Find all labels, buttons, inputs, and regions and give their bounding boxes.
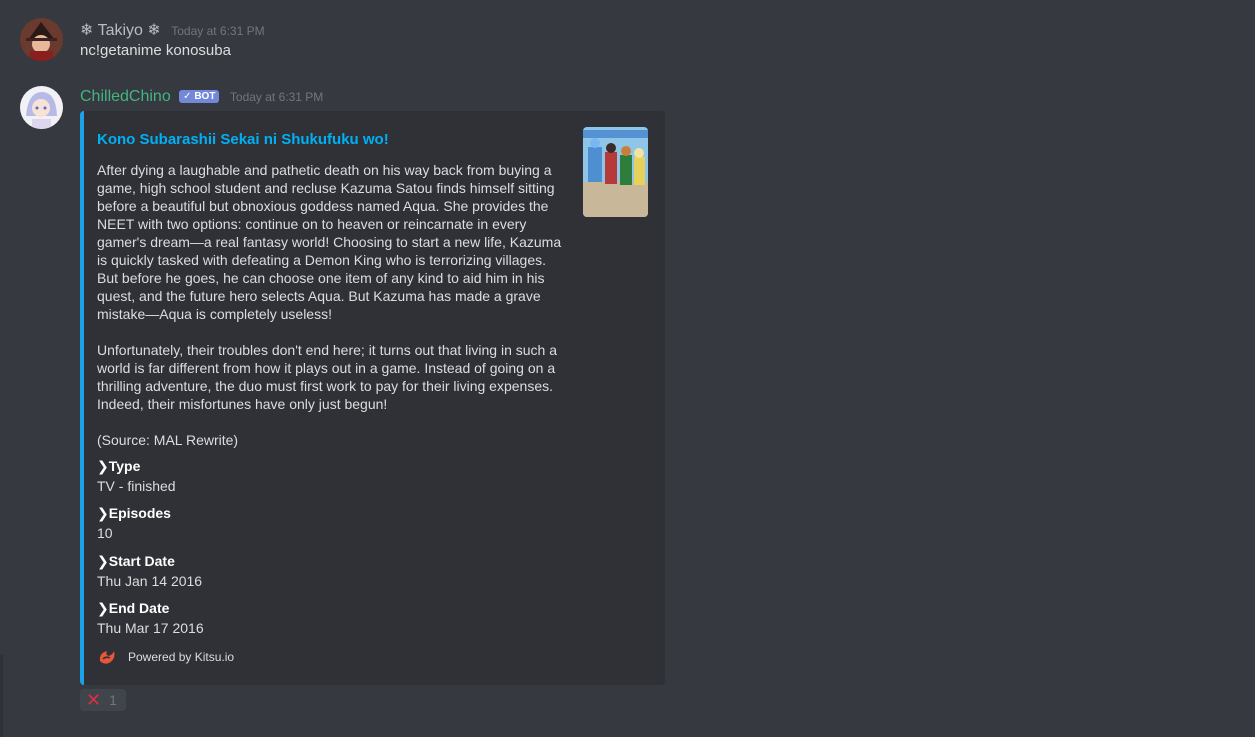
anime-embed: Kono Subarashii Sekai ni Shukufuku wo! A… <box>80 111 665 685</box>
field-value: Thu Jan 14 2016 <box>97 573 203 589</box>
avatar-chilledchino[interactable] <box>20 86 63 129</box>
message-header: ChilledChino ✓ BOT Today at 6:31 PM <box>80 88 323 106</box>
timestamp: Today at 6:31 PM <box>229 90 324 104</box>
embed-thumbnail[interactable] <box>583 127 648 217</box>
field-name: ❯Start Date <box>97 553 175 569</box>
embed-description: After dying a laughable and pathetic dea… <box>97 162 562 448</box>
field-value: Thu Mar 17 2016 <box>97 620 204 636</box>
field-episodes: ❯Episodes 10 <box>97 504 171 542</box>
field-value: 10 <box>97 525 113 541</box>
footer-text: Powered by Kitsu.io <box>128 650 235 664</box>
embed-footer: Powered by Kitsu.io <box>97 647 234 667</box>
field-type: ❯Type TV - finished <box>97 457 176 495</box>
message-content: nc!getanime konosuba <box>80 42 231 59</box>
field-start-date: ❯Start Date Thu Jan 14 2016 <box>97 552 202 590</box>
timestamp: Today at 6:31 PM <box>171 24 265 38</box>
field-name: ❯End Date <box>97 600 170 616</box>
cross-mark-icon: ✕ <box>86 690 102 710</box>
reaction-count: 1 <box>109 692 117 708</box>
avatar-takiyo[interactable] <box>20 18 63 61</box>
field-value: TV - finished <box>97 478 176 494</box>
field-name: ❯Type <box>97 458 141 474</box>
username[interactable]: ❄ Takiyo ❄ <box>80 22 161 39</box>
reaction-x[interactable]: ✕ 1 <box>80 689 126 711</box>
embed-title[interactable]: Kono Subarashii Sekai ni Shukufuku wo! <box>97 131 389 148</box>
kitsu-logo-icon <box>99 651 115 664</box>
left-edge-strip <box>0 655 3 737</box>
username[interactable]: ChilledChino <box>80 88 171 105</box>
field-end-date: ❯End Date Thu Mar 17 2016 <box>97 599 204 637</box>
message-header: ❄ Takiyo ❄ Today at 6:31 PM <box>80 20 265 40</box>
field-name: ❯Episodes <box>97 505 171 521</box>
bot-tag: ✓ BOT <box>179 90 220 103</box>
